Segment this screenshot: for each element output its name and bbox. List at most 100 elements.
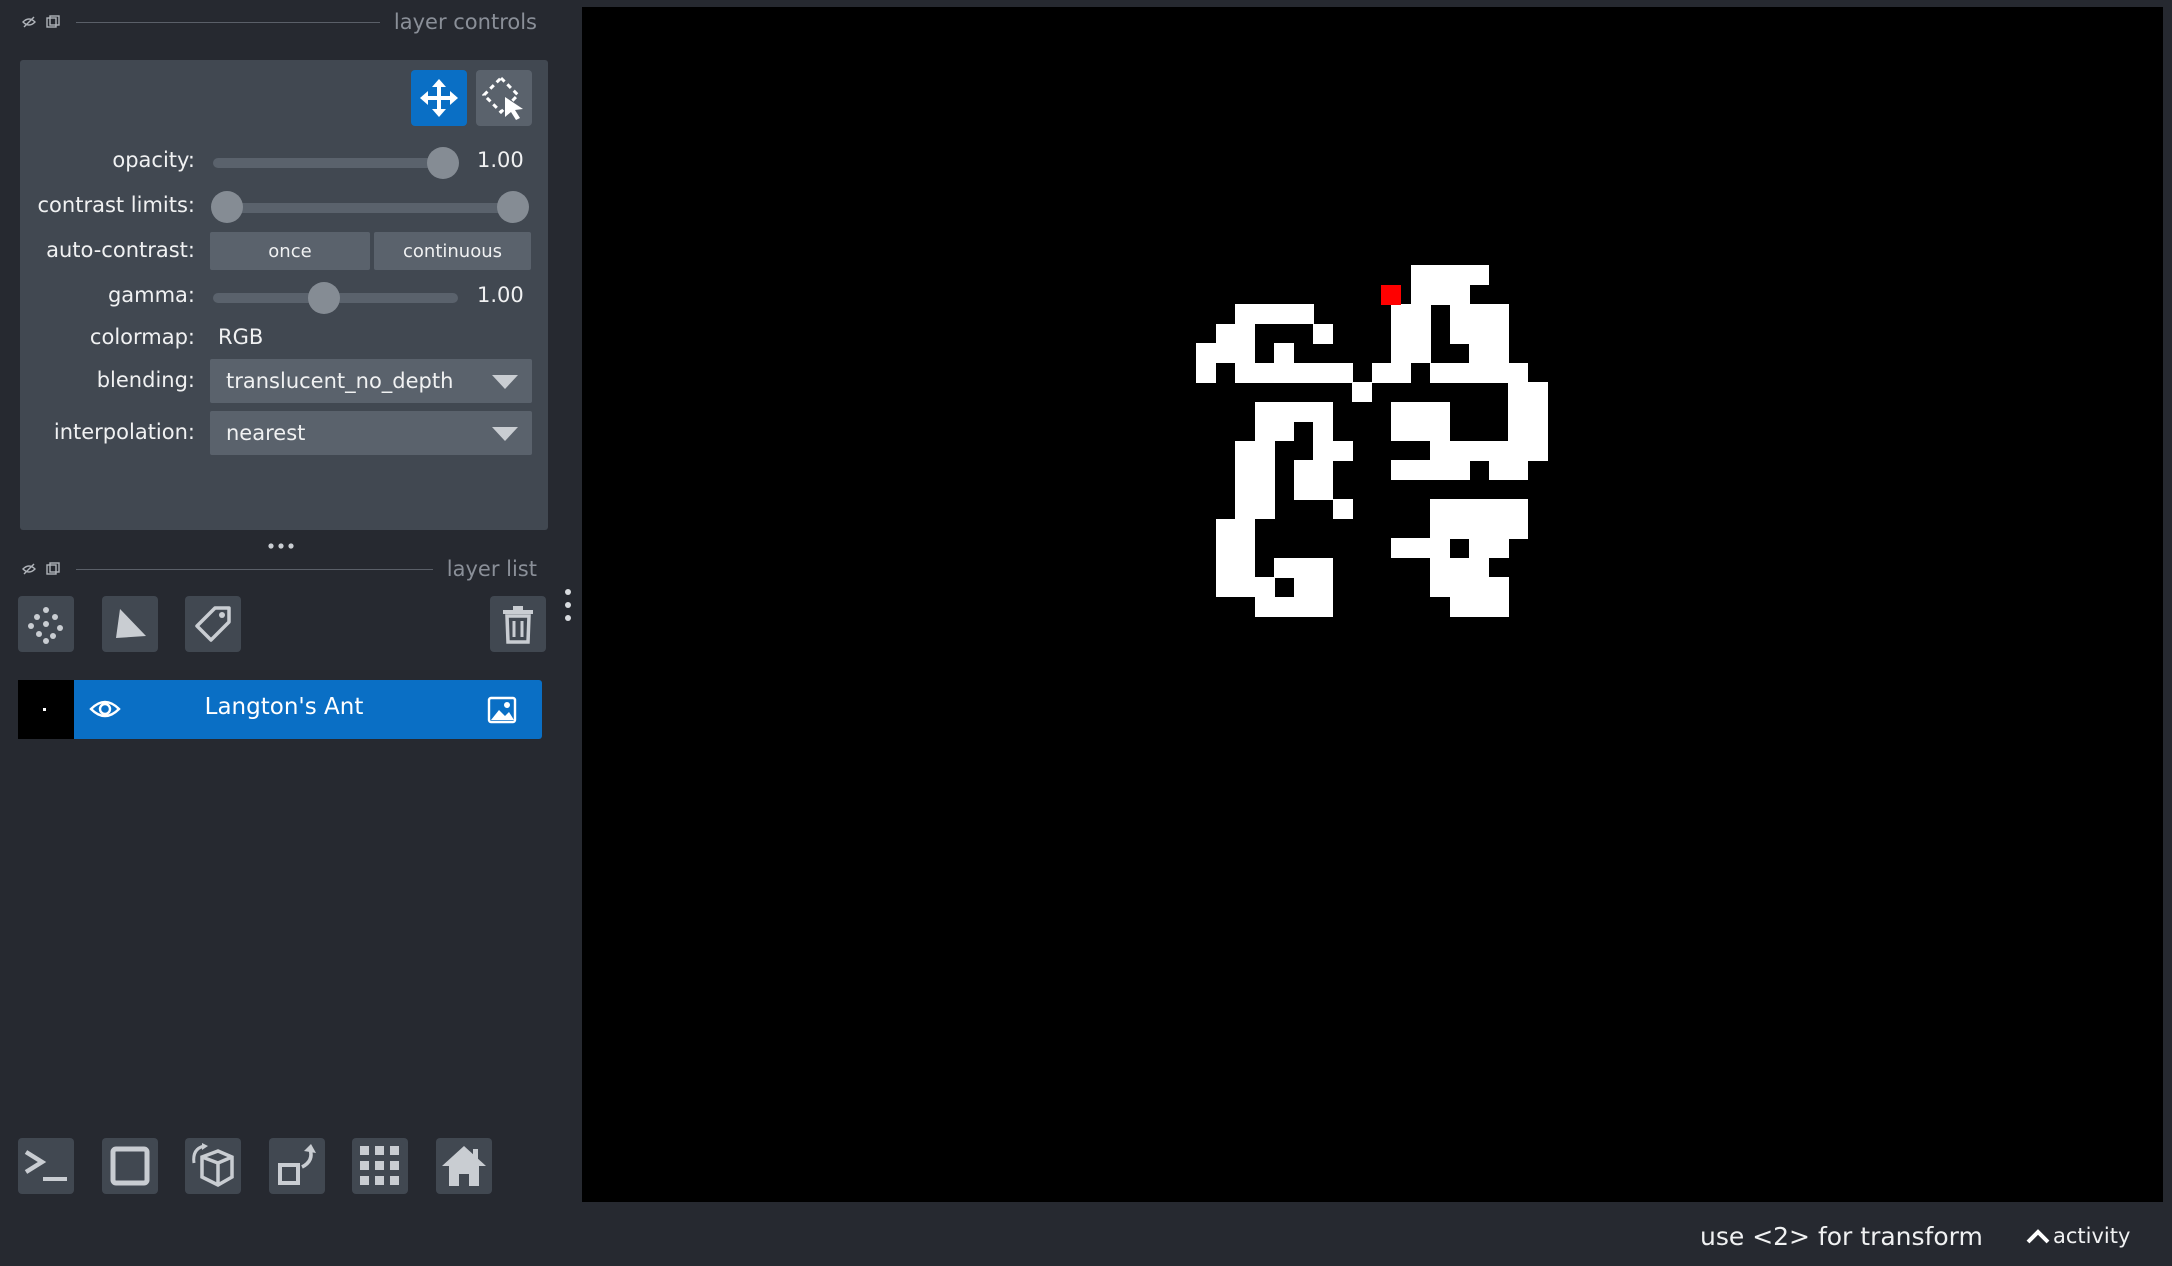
ant-trail-cell [1488,499,1509,519]
ant-trail-cell [1488,362,1509,383]
ant-trail-cell [1469,343,1489,363]
interpolation-dropdown[interactable]: nearest [210,411,532,455]
delete-layer-button[interactable] [490,596,546,652]
opacity-slider[interactable] [213,158,445,168]
more-options-icon[interactable] [563,588,573,622]
ant-trail-cell [1508,460,1528,480]
new-points-layer-button[interactable] [18,596,74,652]
transpose-icon [278,1144,316,1185]
ant-trail-cell [1215,343,1236,363]
ant-trail-cell [1235,343,1255,363]
layer-name[interactable]: Langton's Ant [134,694,434,720]
auto-contrast-continuous-button[interactable]: continuous [374,232,531,270]
console-button[interactable] [18,1138,74,1194]
ant-trail-cell [1274,596,1294,617]
ant-trail-cell [1430,499,1450,519]
ant-trail-cell [1235,362,1255,383]
ant-trail-cell [1430,401,1450,422]
caret-up-icon [2026,1229,2050,1244]
home-button[interactable] [436,1138,492,1194]
auto-contrast-label: auto-contrast: [46,238,195,262]
ant-trail-cell [1449,362,1470,383]
grid-view-button[interactable] [352,1138,408,1194]
ant-trail-cell [1469,557,1489,578]
layer-controls-title: layer controls [393,10,537,34]
points-icon [28,607,63,644]
ant-trail-cell [1313,362,1333,383]
ndisplay-icon [110,1146,150,1186]
ant-trail-cell [1293,460,1314,480]
ant-trail-cell [1371,362,1392,383]
ant-trail-cell [1391,343,1411,363]
colormap-label: colormap: [89,325,195,349]
ant-trail-cell [1508,499,1528,519]
gamma-label: gamma: [107,283,195,307]
ant-trail-cell [1410,284,1431,305]
opacity-slider-handle[interactable] [427,147,459,179]
ant-trail-cell [1332,362,1353,383]
layer-controls-panel: opacity: 1.00 contrast limits: auto-cont… [20,60,548,530]
close-dock-icon[interactable] [22,15,36,29]
roll-dimensions-button[interactable] [185,1138,241,1194]
visibility-toggle[interactable] [89,698,121,720]
grid-icon [360,1146,399,1185]
colormap-value: RGB [218,325,264,349]
pan-zoom-button[interactable] [411,70,467,126]
ant-trail-cell [1410,265,1431,285]
transform-icon [481,75,523,120]
transform-button[interactable] [476,70,532,126]
ant-trail-cell [1449,323,1470,344]
viewer-canvas[interactable] [582,7,2163,1202]
ant-trail-cell [1313,323,1333,344]
contrast-low-handle[interactable] [211,191,243,223]
opacity-label: opacity: [112,148,195,172]
blending-dropdown[interactable]: translucent_no_depth [210,359,532,403]
gamma-slider-handle[interactable] [308,282,340,314]
labels-icon [195,606,231,642]
ant-trail-cell [1410,538,1431,558]
activity-button[interactable]: activity [2025,1224,2130,1248]
ant-trail-cell [1410,460,1431,480]
ant-trail-cell [1488,440,1509,461]
ant-trail-cell [1313,421,1333,441]
layer-thumbnail [18,680,74,739]
ant-trail-cell [1391,538,1411,558]
pan-zoom-icon [420,79,458,117]
ant-trail-cell [1449,284,1470,305]
float-icon[interactable] [46,562,60,576]
layer-list-item[interactable]: Langton's Ant [18,680,542,739]
ant-trail-cell [1449,440,1470,461]
ant-trail-cell [1254,596,1275,617]
new-labels-layer-button[interactable] [185,596,241,652]
ant-trail-cell [1313,479,1333,500]
ant-trail-cell [1235,304,1255,324]
auto-contrast-once-button[interactable]: once [210,232,370,270]
dock-splitter-handle[interactable] [266,536,298,549]
ant-trail-cell [1196,362,1216,383]
ant-trail-cell [1527,382,1548,402]
ant-trail-cell [1430,557,1450,578]
ant-trail-cell [1313,596,1333,617]
ndisplay-button[interactable] [102,1138,158,1194]
ant-trail-cell [1215,538,1236,558]
activity-label: activity [2053,1224,2131,1248]
contrast-high-handle[interactable] [497,191,529,223]
ant-trail-cell [1254,460,1275,480]
ant-trail-cell [1313,460,1333,480]
contrast-limits-slider[interactable] [213,203,513,213]
ant-trail-cell [1488,596,1509,617]
layer-type [487,696,517,724]
new-shapes-layer-button[interactable] [102,596,158,652]
blending-value: translucent_no_depth [226,369,454,393]
close-dock-icon[interactable] [22,562,36,576]
ant-trail-cell [1391,401,1411,422]
ant-trail-cell [1274,401,1294,422]
layer-row-body[interactable]: Langton's Ant [74,680,542,739]
ant-trail-cell [1488,323,1509,344]
ant-trail-cell [1274,343,1294,363]
float-icon[interactable] [46,15,60,29]
ant-trail-cell [1469,362,1489,383]
transpose-dimensions-button[interactable] [269,1138,325,1194]
ant-trail-cell [1430,460,1450,480]
ant-trail-cell [1254,362,1275,383]
